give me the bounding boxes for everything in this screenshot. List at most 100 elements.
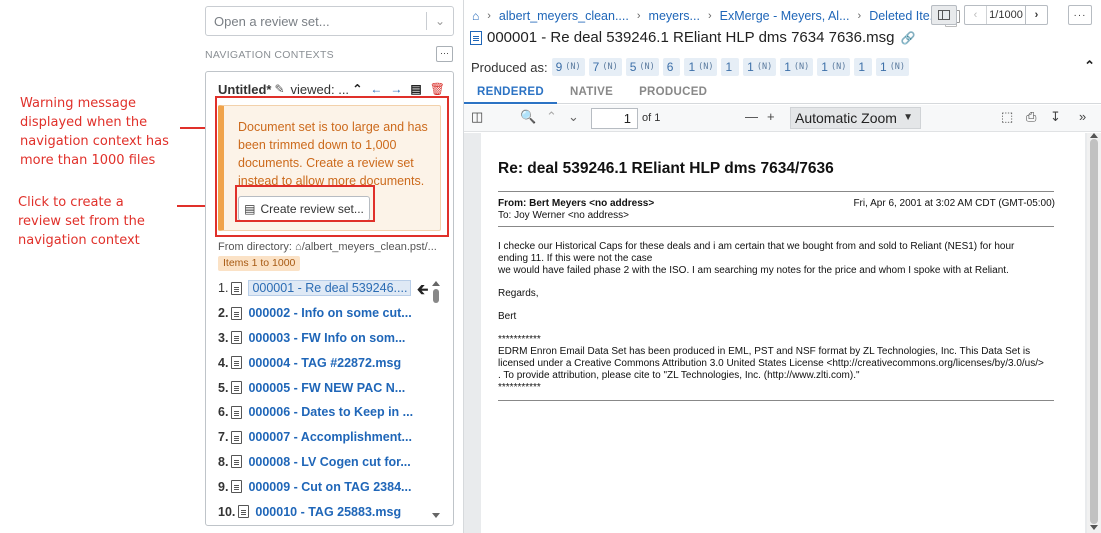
- chevron-down-icon[interactable]: ⌄: [427, 14, 453, 28]
- collapse-up-icon[interactable]: ⌃: [1084, 58, 1095, 74]
- list-item-title[interactable]: 000007 - Accomplishment...: [248, 430, 412, 444]
- list-item-number: 8.: [218, 454, 229, 469]
- breadcrumb-item[interactable]: ExMerge - Meyers, Al...: [720, 9, 850, 23]
- document-title-text: 000001 - Re deal 539246.1 REliant HLP dm…: [487, 29, 895, 46]
- zoom-select[interactable]: Automatic Zoom ▼: [790, 107, 921, 129]
- tab-rendered[interactable]: RENDERED: [464, 82, 557, 104]
- scroll-down-icon[interactable]: [432, 513, 440, 518]
- email-line: we would have failed phase 2 with the IS…: [498, 265, 1009, 276]
- list-item-title[interactable]: 000004 - TAG #22872.msg: [248, 356, 401, 370]
- email-paragraph: I checke our Historical Caps for these d…: [498, 241, 1058, 277]
- next-document-button[interactable]: ›: [1025, 6, 1047, 24]
- pdf-scrollbar[interactable]: [1087, 133, 1101, 533]
- breadcrumb-item[interactable]: Deleted Ite...: [869, 9, 940, 23]
- list-item-title[interactable]: 000010 - TAG 25883.msg: [255, 505, 401, 519]
- search-icon[interactable]: 🔍: [520, 109, 536, 125]
- previous-page-icon[interactable]: ⌃: [546, 109, 557, 125]
- more-tools-icon[interactable]: »: [1079, 109, 1086, 124]
- download-icon[interactable]: ↧: [1050, 109, 1061, 125]
- chip-count: 1: [784, 60, 791, 74]
- link-icon[interactable]: 🔗: [901, 31, 916, 45]
- next-page-icon[interactable]: ⌄: [568, 109, 579, 125]
- chip-count: 1: [688, 60, 696, 74]
- breadcrumb-item[interactable]: albert_meyers_clean....: [499, 9, 629, 23]
- context-name[interactable]: Untitled*: [218, 82, 271, 97]
- arrow-right-icon[interactable]: →: [390, 82, 402, 96]
- list-item-title[interactable]: 000008 - LV Cogen cut for...: [248, 455, 410, 469]
- list-item-number: 10.: [218, 504, 236, 519]
- pencil-icon[interactable]: ✎: [274, 82, 284, 96]
- scroll-up-icon[interactable]: [1090, 133, 1098, 138]
- production-chip[interactable]: 1 (N): [743, 58, 777, 76]
- list-item-title[interactable]: 000005 - FW NEW PAC N...: [248, 381, 405, 395]
- list-item-title[interactable]: 000006 - Dates to Keep in ...: [248, 405, 413, 419]
- email-subject: Re: deal 539246.1 REliant HLP dms 7634/7…: [498, 160, 834, 177]
- document-icon: [470, 30, 482, 45]
- list-view-icon[interactable]: ▤: [410, 82, 421, 96]
- email-line: ***********: [498, 334, 541, 345]
- collapse-up-icon[interactable]: ⌃: [352, 82, 362, 96]
- zoom-out-icon[interactable]: —: [745, 109, 758, 124]
- document-icon: [231, 356, 243, 370]
- production-chip[interactable]: 9 (N): [551, 58, 585, 76]
- sidebar-toggle-icon[interactable]: ◫: [471, 109, 483, 125]
- chip-tag: (N): [830, 62, 847, 72]
- toggle-panel-button[interactable]: [931, 5, 957, 25]
- tab-native[interactable]: NATIVE: [557, 82, 626, 104]
- document-list-scrollbar[interactable]: [432, 281, 441, 521]
- annotation-create-note: Click to create a review set from the na…: [18, 193, 178, 250]
- viewer-more-button[interactable]: ···: [1068, 5, 1092, 25]
- document-icon: [231, 331, 243, 345]
- list-item[interactable]: 10. 000010 - TAG 25883.msg: [218, 499, 430, 524]
- list-item-title[interactable]: 000001 - Re deal 539246....: [248, 280, 412, 297]
- list-item[interactable]: 3. 000003 - FW Info on som...: [218, 326, 430, 351]
- previous-document-button[interactable]: ‹: [965, 6, 987, 24]
- scrollbar-thumb[interactable]: [433, 289, 439, 303]
- list-item[interactable]: 7. 000007 - Accomplishment...: [218, 425, 430, 450]
- list-item[interactable]: 4. 000004 - TAG #22872.msg: [218, 350, 430, 375]
- scroll-down-icon[interactable]: [1090, 525, 1098, 530]
- list-item-number: 6.: [218, 405, 229, 420]
- list-item[interactable]: 8. 000008 - LV Cogen cut for...: [218, 450, 430, 475]
- home-icon[interactable]: ⌂: [472, 9, 479, 23]
- list-item[interactable]: 2. 000002 - Info on some cut...: [218, 301, 430, 326]
- list-item[interactable]: 9. 000009 - Cut on TAG 2384...: [218, 474, 430, 499]
- review-set-select[interactable]: Open a review set... ⌄: [205, 6, 454, 36]
- list-item[interactable]: 1. 000001 - Re deal 539246....: [218, 276, 430, 301]
- navigation-contexts-more-button[interactable]: ···: [436, 46, 453, 62]
- production-chip[interactable]: 1 (N): [684, 58, 718, 76]
- breadcrumb-separator-icon: ›: [636, 10, 641, 22]
- breadcrumb-item[interactable]: meyers...: [649, 9, 700, 23]
- scroll-up-icon[interactable]: [432, 281, 440, 286]
- list-item[interactable]: 6. 000006 - Dates to Keep in ...: [218, 400, 430, 425]
- from-directory-path[interactable]: /albert_meyers_clean.pst/...: [302, 241, 437, 253]
- trash-icon[interactable]: 🗑: [430, 82, 445, 96]
- from-directory-label: From directory:: [218, 241, 292, 253]
- list-item[interactable]: 5. 000005 - FW NEW PAC N...: [218, 375, 430, 400]
- email-footer-divider: [498, 400, 1054, 401]
- tab-produced[interactable]: PRODUCED: [626, 82, 720, 104]
- list-item-title[interactable]: 000003 - FW Info on som...: [248, 331, 405, 345]
- list-item-title[interactable]: 000009 - Cut on TAG 2384...: [248, 480, 411, 494]
- production-chip[interactable]: 5 (N): [625, 58, 659, 76]
- document-icon: [231, 405, 243, 419]
- list-item-title[interactable]: 000002 - Info on some cut...: [248, 306, 411, 320]
- current-document-arrow-icon: 🡰: [417, 281, 429, 297]
- presentation-mode-icon[interactable]: ⬚: [1001, 109, 1013, 125]
- scrollbar-thumb[interactable]: [1090, 139, 1098, 524]
- production-chip[interactable]: 1: [854, 58, 872, 76]
- production-chip[interactable]: 1: [721, 58, 740, 76]
- production-chip[interactable]: 6: [662, 58, 681, 76]
- email-line: I checke our Historical Caps for these d…: [498, 241, 1015, 252]
- production-chip[interactable]: 1 (N): [780, 58, 814, 76]
- production-chip[interactable]: 1 (N): [817, 58, 851, 76]
- chip-count: 6: [666, 60, 674, 74]
- produced-as-label: Produced as:: [471, 59, 548, 75]
- print-icon[interactable]: ⎙: [1026, 109, 1036, 125]
- list-item-number: 4.: [218, 355, 229, 370]
- arrow-left-icon[interactable]: ←: [370, 82, 382, 96]
- zoom-in-icon[interactable]: +: [767, 109, 775, 124]
- production-chip[interactable]: 7 (N): [588, 58, 622, 76]
- production-chip[interactable]: 1 (N): [876, 58, 910, 76]
- page-number-input[interactable]: 1: [591, 108, 638, 129]
